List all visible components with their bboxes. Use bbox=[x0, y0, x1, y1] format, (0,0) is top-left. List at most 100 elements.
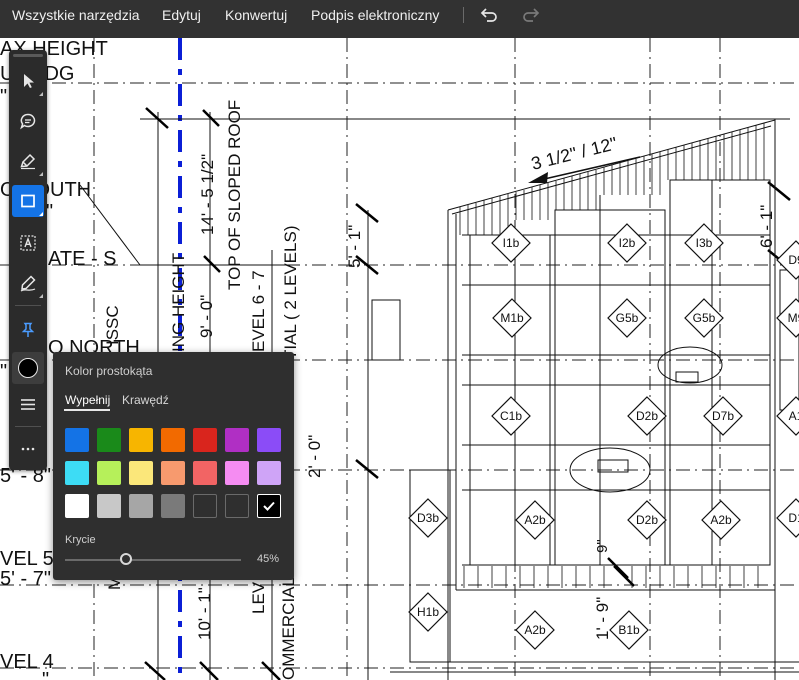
tag-label: A2b bbox=[710, 513, 732, 527]
color-picker-button[interactable] bbox=[12, 352, 44, 384]
color-swatch[interactable] bbox=[129, 494, 153, 518]
door-window-tag: I1b bbox=[491, 223, 531, 263]
text-box-icon bbox=[20, 235, 36, 251]
vertical-label: ING HEIGHT bbox=[169, 253, 188, 352]
color-swatch[interactable] bbox=[225, 461, 249, 485]
color-swatch[interactable] bbox=[129, 461, 153, 485]
more-tools-button[interactable] bbox=[12, 433, 44, 465]
drawing-label: VEL 5 bbox=[0, 548, 54, 570]
opacity-slider-thumb[interactable] bbox=[120, 553, 133, 565]
vertical-label: LEV bbox=[249, 581, 268, 614]
opacity-value: 45% bbox=[257, 553, 280, 565]
panel-title: Kolor prostokąta bbox=[65, 364, 153, 378]
tag-label: I2b bbox=[619, 236, 636, 250]
color-swatch[interactable] bbox=[129, 428, 153, 452]
color-swatch[interactable] bbox=[161, 494, 185, 518]
color-swatch[interactable] bbox=[97, 461, 121, 485]
tag-label: D7b bbox=[712, 409, 734, 423]
menu-edit[interactable]: Edytuj bbox=[162, 0, 201, 30]
draw-tool[interactable] bbox=[12, 267, 44, 299]
vertical-label: 9" bbox=[594, 539, 611, 553]
color-swatch[interactable] bbox=[225, 428, 249, 452]
highlight-tool[interactable] bbox=[12, 145, 44, 177]
door-window-tag: D2b bbox=[627, 396, 667, 436]
rectangle-icon bbox=[21, 194, 35, 208]
line-width-tool[interactable] bbox=[12, 388, 44, 420]
door-window-tag: C1b bbox=[491, 396, 531, 436]
door-window-tag: A2b bbox=[515, 500, 555, 540]
color-swatch[interactable] bbox=[65, 461, 89, 485]
roof-slope-label: 3 1/2" / 12" bbox=[529, 133, 619, 174]
vertical-label: ISSC bbox=[103, 305, 122, 345]
drawing-label: " bbox=[0, 361, 7, 383]
tag-label: D2b bbox=[636, 513, 658, 527]
redo-icon[interactable] bbox=[520, 4, 542, 26]
color-swatch[interactable] bbox=[257, 494, 281, 518]
vertical-label: 5' - 1" bbox=[345, 225, 364, 268]
more-horizontal-icon bbox=[21, 447, 35, 451]
line-weight-icon bbox=[21, 399, 35, 410]
tag-label: B1b bbox=[618, 623, 640, 637]
color-swatch[interactable] bbox=[161, 428, 185, 452]
drawing-label: " bbox=[46, 201, 53, 223]
rectangle-color-panel: Kolor prostokąta Wypełnij Krawędź Krycie… bbox=[53, 352, 294, 580]
tab-fill[interactable]: Wypełnij bbox=[65, 393, 110, 407]
selected-tab-indicator bbox=[64, 409, 110, 411]
vertical-label: 6' - 1" bbox=[757, 205, 776, 248]
drawing-label: " bbox=[0, 86, 7, 108]
door-window-tag: D3b bbox=[408, 498, 448, 538]
color-swatch[interactable] bbox=[193, 461, 217, 485]
menu-all-tools[interactable]: Wszystkie narzędzia bbox=[12, 0, 140, 30]
text-box-tool[interactable] bbox=[12, 227, 44, 259]
door-window-tag: M1b bbox=[492, 298, 532, 338]
comment-tool[interactable] bbox=[12, 105, 44, 137]
door-window-tag: I2b bbox=[607, 223, 647, 263]
tag-label: A2b bbox=[524, 623, 546, 637]
tag-label: M9 bbox=[788, 311, 799, 325]
drawing-label: 5' - 7" bbox=[0, 568, 51, 590]
tag-label: D2b bbox=[636, 409, 658, 423]
tag-label: G5b bbox=[616, 311, 639, 325]
tab-stroke[interactable]: Krawędź bbox=[122, 393, 169, 407]
color-swatch[interactable] bbox=[97, 428, 121, 452]
undo-icon[interactable] bbox=[478, 4, 500, 26]
vertical-label: TIAL ( 2 LEVELS) bbox=[281, 226, 300, 360]
color-swatch[interactable] bbox=[65, 428, 89, 452]
current-color-dot bbox=[18, 358, 38, 378]
comment-icon bbox=[20, 113, 36, 130]
color-swatch[interactable] bbox=[257, 461, 281, 485]
tag-label: M1b bbox=[500, 311, 524, 325]
color-swatch[interactable] bbox=[193, 494, 217, 518]
vertical-label: 1' - 9" bbox=[593, 597, 612, 640]
color-swatch[interactable] bbox=[225, 494, 249, 518]
door-window-tag: D7b bbox=[703, 396, 743, 436]
tag-label: C1b bbox=[500, 409, 522, 423]
drawing-label: " bbox=[42, 669, 49, 680]
menu-e-signature[interactable]: Podpis elektroniczny bbox=[311, 0, 439, 30]
top-menu-bar: Wszystkie narzędzia Edytuj Konwertuj Pod… bbox=[0, 0, 799, 38]
select-tool[interactable] bbox=[12, 65, 44, 97]
opacity-slider-track[interactable] bbox=[65, 559, 241, 561]
color-swatch[interactable] bbox=[161, 461, 185, 485]
color-swatch[interactable] bbox=[65, 494, 89, 518]
vertical-label: OMMERCIAL bbox=[279, 577, 298, 680]
menu-convert[interactable]: Konwertuj bbox=[225, 0, 287, 30]
color-swatch[interactable] bbox=[257, 428, 281, 452]
vertical-label: TOP OF SLOPED ROOF bbox=[225, 100, 244, 290]
door-window-tag: H1b bbox=[408, 592, 448, 632]
rectangle-tool[interactable] bbox=[12, 185, 44, 217]
menu-separator bbox=[463, 7, 464, 23]
vertical-label: EVEL 6 - 7 bbox=[249, 270, 268, 352]
toolbar-drag-handle[interactable] bbox=[13, 54, 43, 57]
door-window-tag: D1 bbox=[776, 498, 799, 538]
cursor-arrow-icon bbox=[24, 74, 34, 88]
pin-tool[interactable] bbox=[12, 314, 44, 346]
color-swatch[interactable] bbox=[193, 428, 217, 452]
tag-label: A1 bbox=[789, 409, 799, 423]
tag-label: D3b bbox=[417, 511, 439, 525]
quick-tools-toolbar bbox=[9, 50, 47, 470]
color-swatch[interactable] bbox=[97, 494, 121, 518]
door-window-tag: I3b bbox=[684, 223, 724, 263]
tag-label: D1 bbox=[788, 511, 799, 525]
pin-icon bbox=[21, 322, 35, 337]
